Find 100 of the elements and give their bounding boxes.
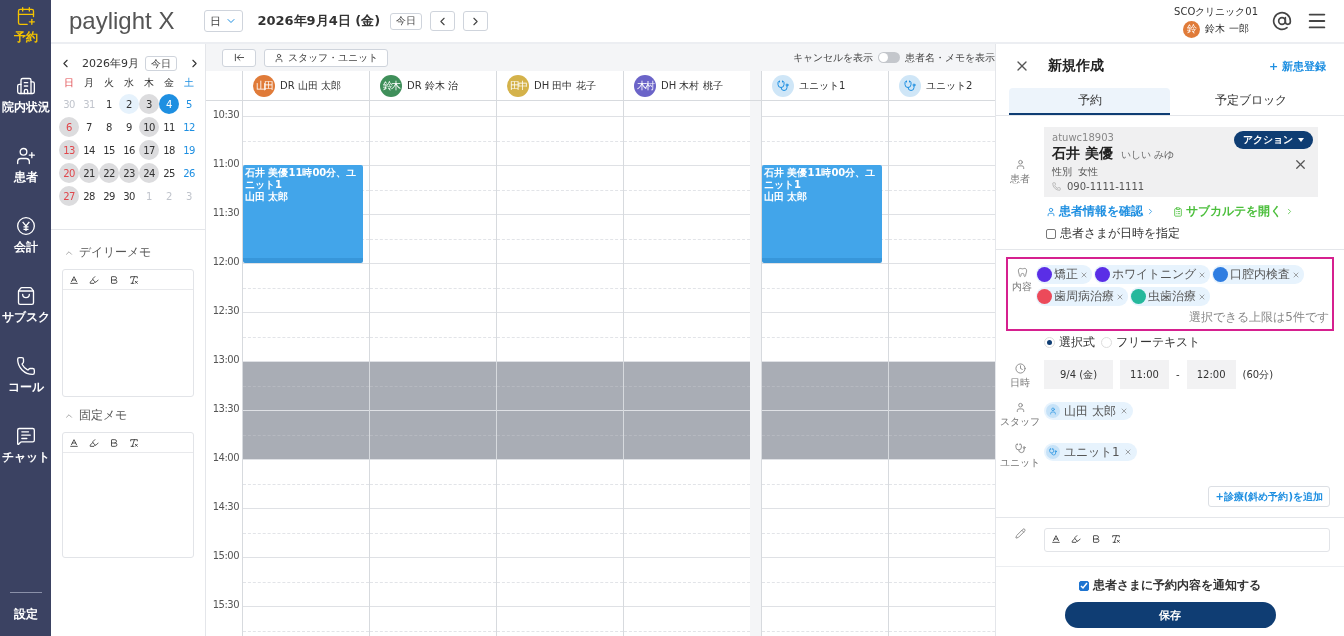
clear-format-icon[interactable]	[129, 274, 139, 285]
today-button[interactable]: 今日	[390, 12, 423, 30]
calendar-day[interactable]: 17	[139, 140, 159, 160]
nav-item[interactable]: 患者	[0, 144, 51, 214]
calendar-day[interactable]: 21	[79, 163, 99, 183]
chevron-right-icon	[1146, 207, 1155, 216]
staff-unit-button[interactable]: スタッフ・ユニット	[264, 48, 388, 67]
remove-icon[interactable]	[1292, 270, 1300, 279]
end-time-field[interactable]: 12:00	[1186, 360, 1236, 389]
calendar-day[interactable]: 7	[79, 117, 99, 137]
remove-icon[interactable]	[1116, 292, 1124, 301]
calendar-day[interactable]: 9	[119, 117, 139, 137]
treatment-tag[interactable]: 矯正	[1036, 265, 1092, 284]
nav-item[interactable]: 会計	[0, 214, 51, 284]
patient-info-link[interactable]: 患者情報を確認	[1046, 203, 1155, 220]
tab[interactable]: 予約	[1009, 88, 1170, 115]
staff-avatar: 木村	[634, 74, 656, 97]
remove-icon[interactable]	[1080, 270, 1088, 279]
add-treatment-button[interactable]: +診療(斜め予約)を追加	[1208, 486, 1330, 507]
calendar-day[interactable]: 24	[139, 163, 159, 183]
unit-chip[interactable]: ユニット1	[1044, 443, 1137, 461]
calendar-day[interactable]: 15	[99, 140, 119, 160]
treatment-tag[interactable]: 歯周病治療	[1036, 287, 1128, 306]
calendar-day[interactable]: 25	[159, 163, 179, 183]
user-avatar: 鈴	[1183, 20, 1201, 38]
memo-title: 固定メモ	[79, 407, 127, 424]
calendar-day[interactable]: 11	[159, 117, 179, 137]
calendar-day[interactable]: 5	[179, 94, 199, 114]
today-button[interactable]: 今日	[145, 56, 177, 71]
new-patient-link[interactable]: + 新患登録	[1268, 58, 1326, 74]
start-time-field[interactable]: 11:00	[1120, 360, 1169, 389]
font-color-icon[interactable]	[69, 274, 79, 285]
calendar-day[interactable]: 3	[139, 94, 159, 114]
at-sign-icon[interactable]	[1272, 11, 1292, 31]
person-icon	[1014, 159, 1026, 170]
calendar-day[interactable]: 8	[99, 117, 119, 137]
bold-icon[interactable]	[1091, 534, 1101, 544]
calendar-day[interactable]: 22	[99, 163, 119, 183]
cancel-toggle[interactable]	[878, 52, 900, 63]
staff-avatar: 鈴木	[380, 74, 402, 97]
gender-value: 女性	[1078, 165, 1098, 179]
calendar-day[interactable]: 30	[119, 186, 139, 206]
radio-button[interactable]	[1101, 337, 1112, 348]
font-color-icon[interactable]	[1051, 534, 1061, 544]
date-field[interactable]: 9/4 (金)	[1044, 360, 1113, 389]
treatment-tag[interactable]: ホワイトニング	[1094, 265, 1210, 284]
next-button[interactable]	[463, 11, 489, 31]
remove-icon[interactable]	[1119, 407, 1128, 415]
previous-button[interactable]	[430, 11, 456, 31]
remove-icon[interactable]	[1198, 292, 1206, 301]
nav-item[interactable]: 予約	[0, 4, 51, 74]
treatment-tag[interactable]: 口腔内検査	[1212, 265, 1304, 284]
clear-format-icon[interactable]	[1111, 534, 1121, 544]
column-name: DR 鈴木 治	[407, 78, 458, 93]
highlight-icon[interactable]	[89, 437, 99, 448]
calendar-day[interactable]: 28	[79, 186, 99, 206]
caret-icon	[1298, 138, 1304, 142]
calendar-day[interactable]: 26	[179, 163, 199, 183]
nav-item[interactable]: 院内状況	[0, 74, 51, 144]
calendar-day[interactable]: 14	[79, 140, 99, 160]
calendar-day[interactable]: 29	[99, 186, 119, 206]
radio-label: 選択式	[1059, 334, 1095, 351]
person-icon	[1046, 206, 1056, 217]
remove-patient-button[interactable]	[1293, 157, 1308, 172]
clear-format-icon[interactable]	[129, 437, 139, 448]
bold-icon[interactable]	[109, 437, 119, 448]
action-button[interactable]: アクション	[1234, 131, 1313, 149]
radio-button[interactable]	[1044, 337, 1055, 348]
view-select[interactable]: 日	[204, 10, 244, 32]
calendar-day[interactable]: 16	[119, 140, 139, 160]
column-name: ユニット2	[926, 78, 973, 93]
save-button[interactable]: 保存	[1064, 602, 1276, 628]
calendar-day[interactable]: 2	[119, 94, 139, 114]
remove-icon[interactable]	[1123, 448, 1132, 456]
calendar-day[interactable]: 19	[179, 140, 199, 160]
user-name[interactable]: 鈴木 一郎	[1205, 22, 1249, 36]
nav-item[interactable]: コール	[0, 354, 51, 424]
staff-chip[interactable]: 山田 太郎	[1044, 402, 1133, 420]
nav-item[interactable]: チャット	[0, 424, 51, 494]
calendar-day[interactable]: 18	[159, 140, 179, 160]
yen-coin-icon	[15, 216, 36, 236]
treatment-tag[interactable]: 虫歯治療	[1130, 287, 1210, 306]
checkbox[interactable]	[1046, 228, 1056, 239]
calendar-day[interactable]: 1	[99, 94, 119, 114]
checkbox[interactable]	[1079, 580, 1089, 591]
column-name: DH 田中 花子	[534, 78, 596, 93]
font-color-icon[interactable]	[69, 437, 79, 448]
calendar-day[interactable]: 23	[119, 163, 139, 183]
highlight-icon[interactable]	[1071, 534, 1081, 544]
collapse-button[interactable]	[222, 48, 256, 67]
tab[interactable]: 予定ブロック	[1170, 88, 1331, 115]
calendar-day[interactable]: 12	[179, 117, 199, 137]
nav-item[interactable]: サブスク	[0, 284, 51, 354]
settings-link[interactable]: 設定	[13, 606, 38, 623]
highlight-icon[interactable]	[89, 274, 99, 285]
remove-icon[interactable]	[1198, 270, 1206, 279]
time-label: 11:30	[212, 207, 239, 218]
calendar-day[interactable]: 10	[139, 117, 159, 137]
weekday-label: 水	[123, 76, 135, 90]
bold-icon[interactable]	[109, 274, 119, 285]
